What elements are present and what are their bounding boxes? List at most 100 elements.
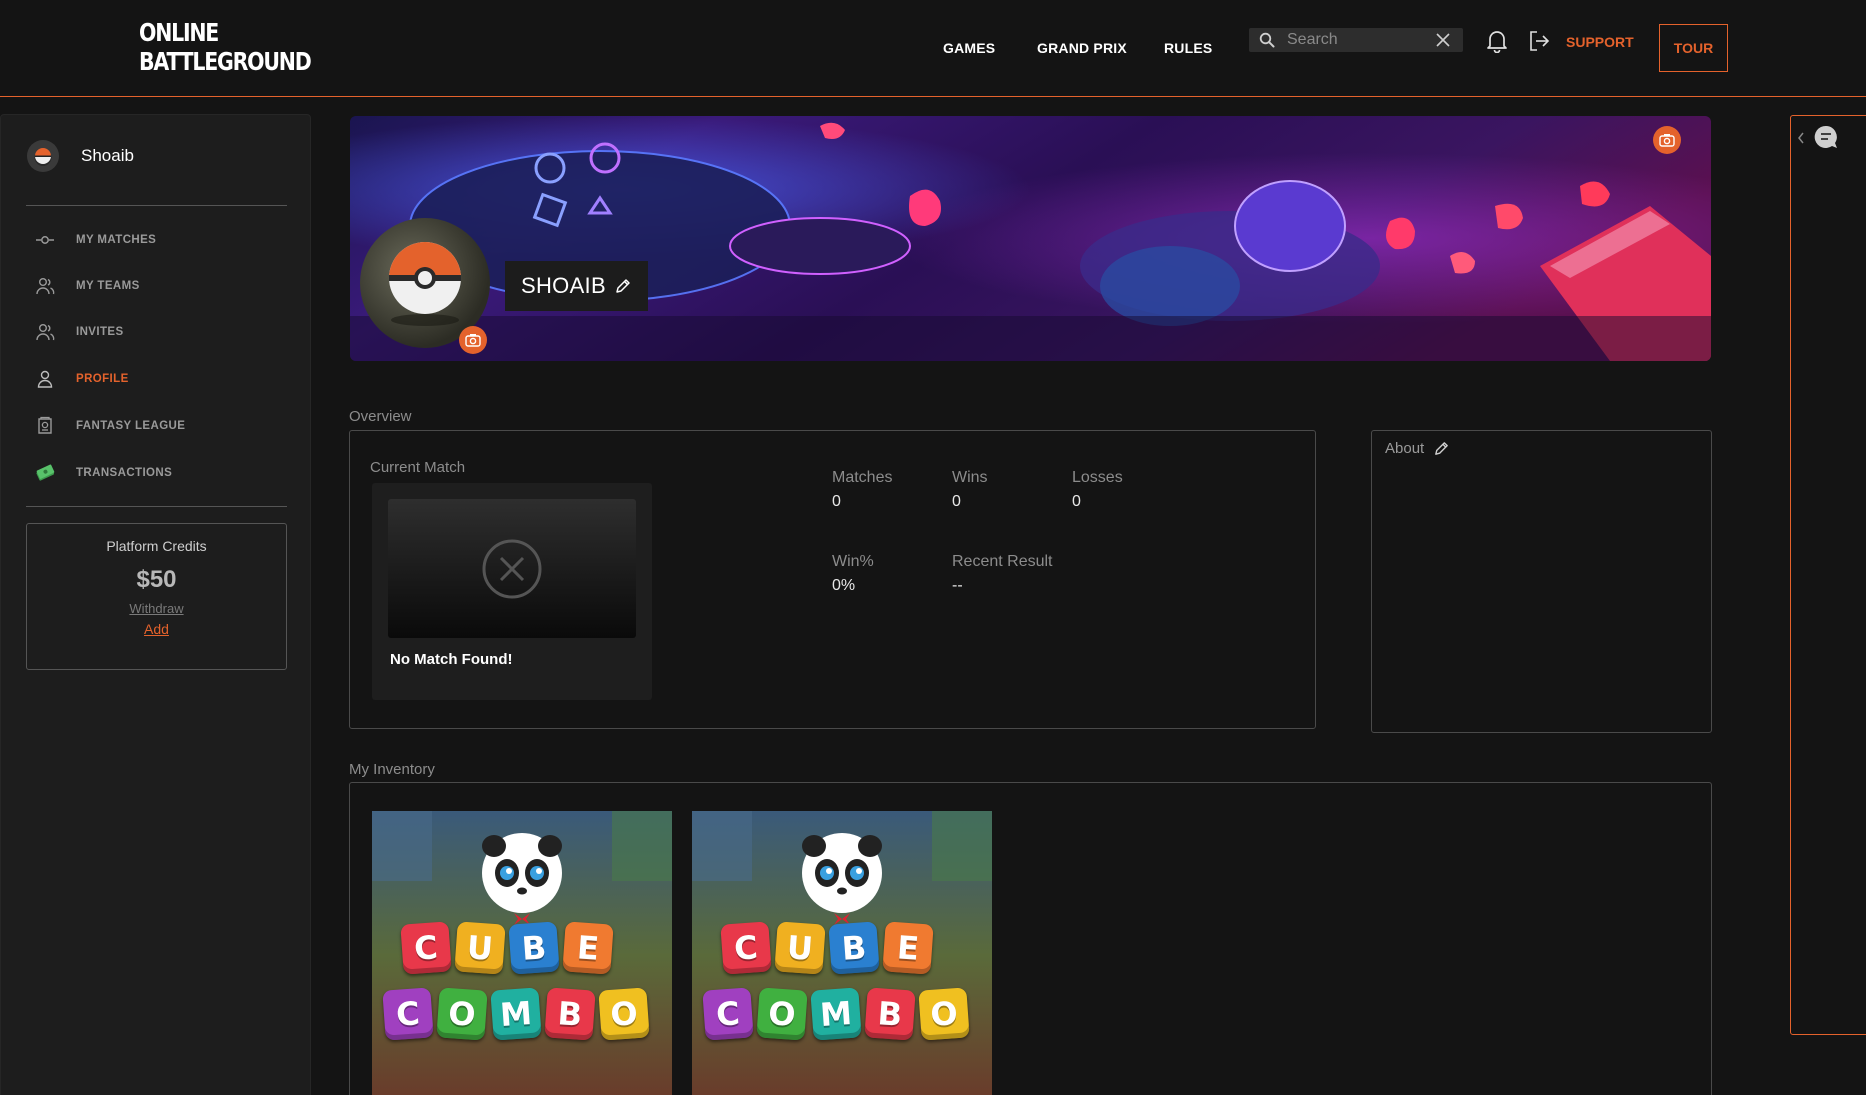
tour-button[interactable]: TOUR bbox=[1659, 24, 1728, 72]
letter-tile: O bbox=[756, 987, 808, 1041]
about-panel bbox=[1371, 430, 1712, 733]
support-link[interactable]: SUPPORT bbox=[1566, 34, 1634, 50]
profile-banner bbox=[350, 116, 1711, 361]
search-box bbox=[1249, 28, 1463, 52]
matches-icon bbox=[35, 230, 55, 250]
inventory-item[interactable]: CUBE COMBO bbox=[372, 811, 672, 1095]
losses-label: Losses bbox=[1072, 469, 1123, 486]
sidebar-user[interactable]: Shoaib bbox=[27, 140, 134, 172]
matches-label: Matches bbox=[832, 469, 893, 486]
matches-value: 0 bbox=[832, 493, 841, 510]
sidebar: Shoaib MY MATCHES MY TEAMS INVITES PROFI… bbox=[0, 114, 311, 1095]
wins-value: 0 bbox=[952, 493, 961, 510]
divider bbox=[26, 205, 287, 206]
bell-icon[interactable] bbox=[1486, 29, 1508, 53]
camera-icon bbox=[1659, 134, 1675, 147]
letter-tile: C bbox=[702, 987, 754, 1041]
search-input[interactable] bbox=[1287, 30, 1437, 50]
sidebar-item-label: INVITES bbox=[76, 326, 124, 338]
letter-tile: O bbox=[436, 987, 488, 1041]
change-avatar-button[interactable] bbox=[459, 326, 487, 354]
nav-grand-prix[interactable]: GRAND PRIX bbox=[1037, 40, 1127, 56]
wins-label: Wins bbox=[952, 469, 988, 486]
profile-display-name: SHOAIB bbox=[521, 273, 606, 298]
letter-tile: U bbox=[454, 921, 506, 975]
money-icon bbox=[35, 463, 55, 483]
letter-tile: B bbox=[864, 987, 916, 1041]
sidebar-item-label: PROFILE bbox=[76, 373, 129, 385]
sidebar-item-profile[interactable]: PROFILE bbox=[35, 369, 129, 389]
letter-tile: M bbox=[810, 987, 862, 1041]
letter-tile: M bbox=[490, 987, 542, 1041]
current-match-heading: Current Match bbox=[370, 459, 466, 476]
match-thumbnail bbox=[388, 499, 636, 638]
recent-result-value: -- bbox=[952, 577, 963, 594]
sidebar-item-label: MY TEAMS bbox=[76, 280, 140, 292]
sidebar-item-label: MY MATCHES bbox=[76, 234, 157, 246]
invites-icon bbox=[35, 322, 55, 342]
letter-tile: O bbox=[918, 987, 970, 1041]
letter-tile: O bbox=[598, 987, 650, 1041]
winpct-label: Win% bbox=[832, 553, 874, 570]
withdraw-link[interactable]: Withdraw bbox=[27, 601, 286, 616]
sidebar-item-label: FANTASY LEAGUE bbox=[76, 420, 186, 432]
add-credits-link[interactable]: Add bbox=[27, 621, 286, 637]
current-match-card: No Match Found! bbox=[372, 483, 652, 700]
avatar bbox=[27, 140, 59, 172]
sidebar-item-label: TRANSACTIONS bbox=[76, 467, 173, 479]
site-logo[interactable]: ONLINE BATTLEGROUND bbox=[139, 18, 312, 76]
sidebar-username: Shoaib bbox=[81, 146, 134, 165]
about-heading: About bbox=[1385, 440, 1425, 457]
camera-icon bbox=[465, 334, 481, 347]
cube-combo-line-2: COMBO bbox=[702, 987, 970, 1041]
pencil-icon[interactable] bbox=[1433, 440, 1450, 457]
chevron-left-icon[interactable] bbox=[1796, 131, 1806, 145]
search-icon bbox=[1259, 32, 1275, 48]
credits-title: Platform Credits bbox=[106, 538, 207, 554]
fantasy-league-icon bbox=[35, 416, 55, 436]
close-circle-icon bbox=[482, 539, 542, 598]
sidebar-item-transactions[interactable]: TRANSACTIONS bbox=[35, 463, 172, 483]
inventory-heading: My Inventory bbox=[349, 761, 435, 778]
logout-icon[interactable] bbox=[1528, 30, 1550, 52]
inventory-item[interactable]: CUBE COMBO bbox=[692, 811, 992, 1095]
clear-search-icon[interactable] bbox=[1435, 32, 1451, 48]
cube-combo-line-1: CUBE bbox=[720, 921, 934, 975]
profile-icon bbox=[35, 369, 55, 389]
teams-icon bbox=[35, 276, 55, 296]
divider bbox=[26, 506, 287, 507]
letter-tile: B bbox=[508, 921, 560, 975]
sidebar-item-fantasy-league[interactable]: FANTASY LEAGUE bbox=[35, 416, 185, 436]
winpct-value: 0% bbox=[832, 577, 856, 594]
no-match-text: No Match Found! bbox=[390, 651, 513, 668]
logo-line-1: ONLINE bbox=[139, 18, 219, 47]
sidebar-item-invites[interactable]: INVITES bbox=[35, 322, 124, 342]
platform-credits-card: Platform Credits $50 Withdraw Add bbox=[26, 523, 287, 670]
letter-tile: C bbox=[382, 987, 434, 1041]
recent-result-label: Recent Result bbox=[952, 553, 1053, 570]
logo-line-2: BATTLEGROUND bbox=[139, 47, 312, 76]
letter-tile: B bbox=[828, 921, 880, 975]
letter-tile: B bbox=[544, 987, 596, 1041]
pencil-icon[interactable] bbox=[614, 277, 632, 295]
sidebar-item-my-teams[interactable]: MY TEAMS bbox=[35, 276, 140, 296]
profile-name-chip: SHOAIB bbox=[505, 261, 648, 311]
banner-image bbox=[350, 116, 1711, 361]
letter-tile: U bbox=[774, 921, 826, 975]
change-banner-button[interactable] bbox=[1653, 126, 1681, 154]
letter-tile: E bbox=[562, 921, 614, 975]
sidebar-item-my-matches[interactable]: MY MATCHES bbox=[35, 230, 156, 250]
chat-panel bbox=[1790, 115, 1866, 1035]
chat-icon[interactable] bbox=[1813, 124, 1839, 150]
letter-tile: C bbox=[720, 921, 772, 975]
overview-heading: Overview bbox=[349, 408, 412, 425]
nav-rules[interactable]: RULES bbox=[1164, 40, 1212, 56]
cube-combo-line-1: CUBE bbox=[400, 921, 614, 975]
credits-amount: $50 bbox=[136, 566, 177, 593]
letter-tile: E bbox=[882, 921, 934, 975]
letter-tile: C bbox=[400, 921, 452, 975]
top-header: ONLINE BATTLEGROUND GAMES GRAND PRIX RUL… bbox=[0, 0, 1866, 97]
cube-combo-line-2: COMBO bbox=[382, 987, 650, 1041]
nav-games[interactable]: GAMES bbox=[943, 40, 995, 56]
losses-value: 0 bbox=[1072, 493, 1081, 510]
